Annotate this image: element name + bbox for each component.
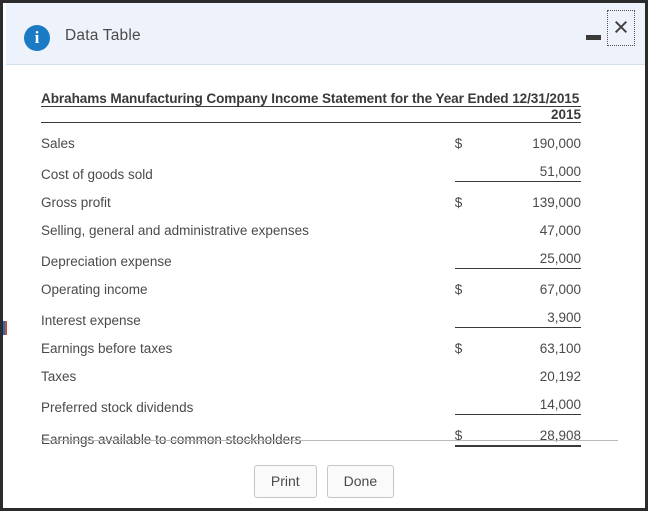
table-row: Earnings available to common stockholder… [41,414,581,447]
row-currency: $ [454,414,486,447]
row-value: 67,000 [539,282,581,297]
row-value: 63,100 [539,341,581,356]
row-value: 25,000 [485,238,581,269]
minimize-button[interactable] [586,27,601,43]
row-value: 3,900 [485,297,581,328]
row-currency: $ [454,136,463,151]
row-currency: $ [454,341,463,356]
close-icon: × [613,12,629,42]
row-value: 51,000 [485,151,581,182]
row-label: Gross profit [41,195,111,210]
header-spacer [41,106,455,123]
info-circle-icon: i [24,25,50,51]
dialog-title: Data Table [65,27,141,44]
row-currency [454,238,486,269]
row-currency [455,210,486,238]
row-value: 14,000 [485,384,581,415]
statement-rows: Sales $190,000 Cost of goods sold 51,000 Gro… [41,123,581,447]
table-row: Earnings before taxes $63,100 [41,328,581,356]
row-currency [454,297,486,328]
background-app-sliver [3,321,7,335]
table-row: Sales $190,000 [41,123,581,151]
row-currency [454,151,486,182]
row-label: Cost of goods sold [41,166,153,182]
row-label: Operating income [41,282,148,297]
close-button[interactable]: × [607,10,635,46]
row-label: Preferred stock dividends [41,399,194,415]
row-value: 190,000 [532,136,581,151]
row-label: Earnings available to common stockholder… [41,431,302,447]
row-label: Taxes [41,369,77,384]
table-row: Taxes 20,192 [41,356,581,384]
row-label: Selling, general and administrative expe… [41,223,309,238]
dialog-titlebar: i Data Table × [6,3,645,65]
row-label: Depreciation expense [41,253,172,269]
print-button[interactable]: Print [253,465,317,498]
row-label: Earnings before taxes [41,341,173,356]
row-value: 47,000 [539,223,581,238]
table-row: Cost of goods sold 51,000 [41,151,581,182]
income-statement: Abrahams Manufacturing Company Income St… [41,91,581,447]
row-value: 20,192 [539,369,581,384]
statement-body: Abrahams Manufacturing Company Income St… [41,91,581,123]
row-value: 28,908 [485,414,581,447]
table-row: Gross profit $139,000 [41,182,581,210]
table-row: Depreciation expense 25,000 [41,238,581,269]
table-row: Preferred stock dividends 14,000 [41,384,581,415]
statement-table: Abrahams Manufacturing Company Income St… [41,91,581,447]
row-currency [455,356,486,384]
row-label: Sales [41,136,75,151]
row-currency: $ [454,282,463,297]
column-header-year: 2015 [454,106,581,123]
done-button[interactable]: Done [326,465,395,498]
statement-header-row: 2015 [41,106,581,123]
table-row: Interest expense 3,900 [41,297,581,328]
dialog-footer: Print Done [3,465,645,498]
table-row: Selling, general and administrative expe… [41,210,581,238]
row-label: Interest expense [41,312,141,328]
statement-title-row: Abrahams Manufacturing Company Income St… [41,91,581,107]
data-table-dialog: i Data Table × Abrahams Manufacturing Co… [0,0,648,511]
table-row: Operating income $67,000 [41,269,581,297]
row-value: 139,000 [532,195,581,210]
row-currency [454,384,486,415]
row-currency: $ [454,195,463,210]
statement-title: Abrahams Manufacturing Company Income St… [41,91,581,107]
statement-bottom-rule [41,440,618,441]
